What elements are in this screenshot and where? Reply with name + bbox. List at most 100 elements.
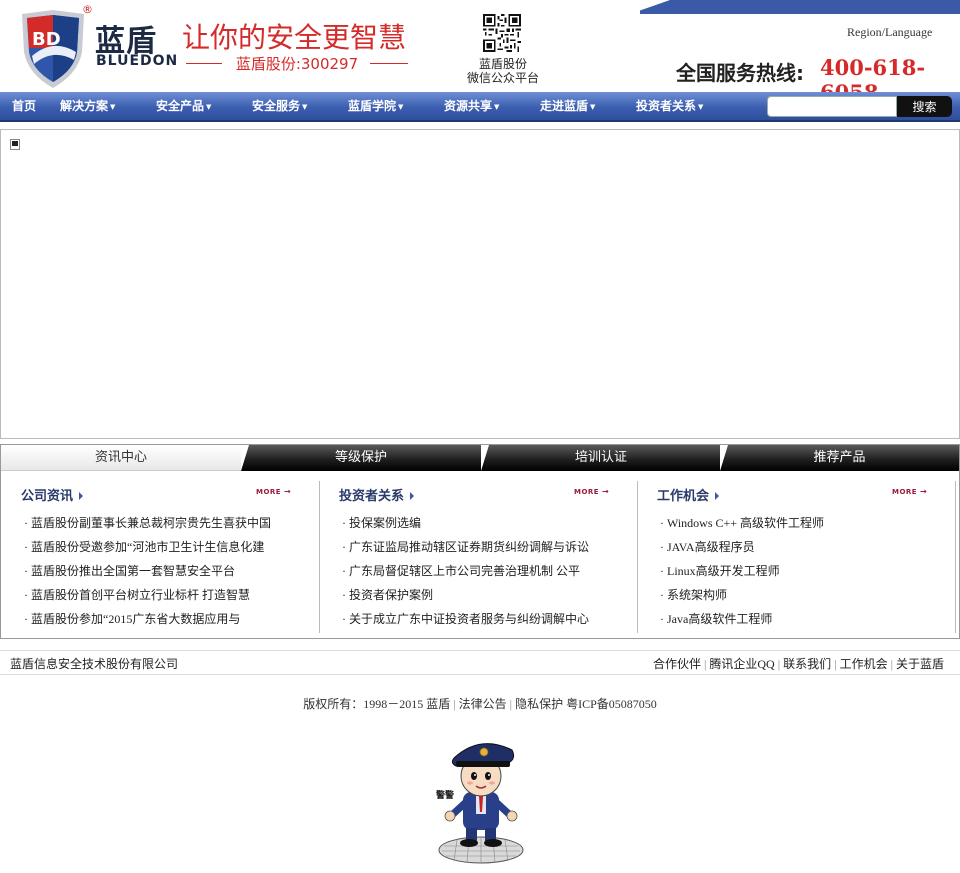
cyber-police-badge-icon[interactable]: 警警 xyxy=(432,728,530,866)
search-button[interactable]: 搜索 xyxy=(897,96,952,117)
caret-down-icon: ▼ xyxy=(494,103,500,111)
nav-item-label: 投资者关系 xyxy=(636,99,697,113)
nav-item-services[interactable]: 安全服务 ▼ xyxy=(252,92,307,120)
brand-name-en: BLUEDON xyxy=(96,53,179,69)
bullet-dot-icon: · xyxy=(342,540,346,554)
list-item[interactable]: · 广东局督促辖区上市公司完善治理机制 公平 xyxy=(342,559,589,583)
list-item[interactable]: · Windows C++ 高级软件工程师 xyxy=(660,511,824,535)
bullet-dot-icon: · xyxy=(660,588,664,602)
bullet-dot-icon: · xyxy=(24,612,28,626)
badge-text: 警警 xyxy=(436,789,454,801)
nav-item-academy[interactable]: 蓝盾学院 ▼ xyxy=(348,92,403,120)
arrow-right-icon xyxy=(715,492,720,500)
column-divider xyxy=(637,481,638,633)
column-title[interactable]: 投资者关系 xyxy=(339,485,415,504)
link-separator: | xyxy=(509,697,513,711)
bullet-dot-icon: · xyxy=(24,564,28,578)
bullet-dot-icon: · xyxy=(342,516,346,530)
list-item-text: Java高级软件工程师 xyxy=(667,612,773,626)
column-title[interactable]: 工作机会 xyxy=(657,485,720,504)
more-link-text: MORE xyxy=(256,488,282,496)
column-job-openings: 工作机会 MORE → · Windows C++ 高级软件工程师 · JAVA高级… xyxy=(657,481,957,631)
qr-caption-line1: 蓝盾股份 xyxy=(478,57,527,71)
column-title-text: 公司资讯 xyxy=(21,489,74,504)
tab-training-certification[interactable]: 培训认证 xyxy=(481,445,721,471)
search-input[interactable] xyxy=(767,96,897,117)
header-top-strip-corner xyxy=(630,0,670,14)
list-item[interactable]: · Linux高级开发工程师 xyxy=(660,559,824,583)
list-item[interactable]: · 关于成立广东中证投资者服务与纠纷调解中心 xyxy=(342,607,589,631)
list-item[interactable]: · 蓝盾股份参加“2015广东省大数据应用与 xyxy=(24,607,271,631)
more-link[interactable]: MORE → xyxy=(574,487,609,496)
copyright-line: 版权所有：1998－2015 蓝盾 | 法律公告 | 隐私保护 粤ICP备0508705… xyxy=(0,695,960,712)
column-investor-relations: 投资者关系 MORE → · 投保案例选编 · 广东证监局推动辖区证券期货纠纷调解与… xyxy=(339,481,639,631)
nav-item-products[interactable]: 安全产品 ▼ xyxy=(156,92,211,120)
caret-down-icon: ▼ xyxy=(302,103,308,111)
list-item-text: 蓝盾股份首创平台树立行业标杆 打造智慧 xyxy=(31,588,251,602)
tab-news-center[interactable]: 资讯中心 xyxy=(1,445,241,471)
list-item[interactable]: · 投保案例选编 xyxy=(342,511,589,535)
wechat-qr-code xyxy=(483,14,521,52)
arrow-right-icon xyxy=(410,492,415,500)
icp-license[interactable]: 粤ICP备05087050 xyxy=(566,697,657,711)
list-item[interactable]: · 蓝盾股份副董事长兼总裁柯宗贵先生喜获中国 xyxy=(24,511,271,535)
list-item-text: 系统架构师 xyxy=(667,588,728,602)
list-item[interactable]: · 投资者保护案例 xyxy=(342,583,589,607)
banner-slideshow[interactable] xyxy=(0,129,960,439)
legal-notice-link[interactable]: 法律公告 xyxy=(459,697,507,711)
list-item-text: 广东证监局推动辖区证券期货纠纷调解与诉讼 xyxy=(349,540,590,554)
bullet-dot-icon: · xyxy=(24,540,28,554)
caret-down-icon: ▼ xyxy=(110,103,116,111)
list-item-text: 蓝盾股份推出全国第一套智慧安全平台 xyxy=(31,564,236,578)
list-item[interactable]: · 系统架构师 xyxy=(660,583,824,607)
more-link[interactable]: MORE → xyxy=(892,487,927,496)
arrow-right-icon: → xyxy=(284,487,292,496)
link-separator: | xyxy=(703,657,707,671)
footer-link-qq[interactable]: 腾讯企业QQ xyxy=(709,657,774,671)
list-item[interactable]: · 蓝盾股份推出全国第一套智慧安全平台 xyxy=(24,559,271,583)
more-link[interactable]: MORE → xyxy=(256,487,291,496)
qr-caption-line2: 微信公众平台 xyxy=(466,71,539,85)
logo-letters: BD xyxy=(32,29,61,50)
privacy-link[interactable]: 隐私保护 xyxy=(515,697,563,711)
link-separator: | xyxy=(890,657,893,671)
bluedon-shield-logo[interactable]: BD xyxy=(18,8,88,90)
footer-link-partners[interactable]: 合作伙伴 xyxy=(653,657,701,671)
nav-item-home[interactable]: 首页 xyxy=(12,92,36,120)
list-item-text: 广东局督促辖区上市公司完善治理机制 公平 xyxy=(349,564,581,578)
nav-item-about[interactable]: 走进蓝盾 ▼ xyxy=(540,92,595,120)
footer-links: 合作伙伴 | 腾讯企业QQ | 联系我们 | 工作机会 | 关于蓝盾 xyxy=(653,655,944,672)
bullet-dot-icon: · xyxy=(342,564,346,578)
list-item[interactable]: · 蓝盾股份首创平台树立行业标杆 打造智慧 xyxy=(24,583,271,607)
caret-down-icon: ▼ xyxy=(698,103,704,111)
bullet-dot-icon: · xyxy=(24,516,28,530)
registered-mark: ® xyxy=(82,3,93,16)
list-item[interactable]: · 蓝盾股份受邀参加“河池市卫生计生信息化建 xyxy=(24,535,271,559)
stock-rule-right xyxy=(370,63,408,64)
arrow-right-icon: → xyxy=(920,487,928,496)
info-tabs-panel: 资讯中心 等级保护 培训认证 推荐产品 公司资讯 MORE → · 蓝盾股份副董事… xyxy=(0,444,960,639)
region-language-link[interactable]: Region/Language xyxy=(847,25,932,40)
tab-grade-protection[interactable]: 等级保护 xyxy=(241,445,481,471)
footer-link-contact[interactable]: 联系我们 xyxy=(783,657,831,671)
list-item[interactable]: · JAVA高级程序员 xyxy=(660,535,824,559)
footer-link-jobs[interactable]: 工作机会 xyxy=(840,657,888,671)
list-item[interactable]: · 广东证监局推动辖区证券期货纠纷调解与诉讼 xyxy=(342,535,589,559)
link-separator: | xyxy=(453,697,456,711)
bullet-dot-icon: · xyxy=(342,588,346,602)
column-title[interactable]: 公司资讯 xyxy=(21,485,84,504)
list-item[interactable]: · Java高级软件工程师 xyxy=(660,607,824,631)
nav-item-resources[interactable]: 资源共享 ▼ xyxy=(444,92,499,120)
tab-recommended-products[interactable]: 推荐产品 xyxy=(720,445,959,471)
nav-item-investors[interactable]: 投资者关系 ▼ xyxy=(636,92,703,120)
site-header: BD ® 蓝盾 BLUEDON 让你的安全更智慧 蓝盾股份:300297 蓝盾股… xyxy=(0,0,960,105)
header-top-strip xyxy=(640,0,960,14)
nav-item-label: 解决方案 xyxy=(60,99,109,113)
nav-item-label: 安全服务 xyxy=(252,99,301,113)
job-list: · Windows C++ 高级软件工程师 · JAVA高级程序员 · Linux高级… xyxy=(660,511,824,631)
footer-link-about[interactable]: 关于蓝盾 xyxy=(896,657,944,671)
column-divider xyxy=(319,481,320,633)
bullet-dot-icon: · xyxy=(660,540,664,554)
nav-item-solutions[interactable]: 解决方案 ▼ xyxy=(60,92,115,120)
list-item-text: Linux高级开发工程师 xyxy=(667,564,780,578)
